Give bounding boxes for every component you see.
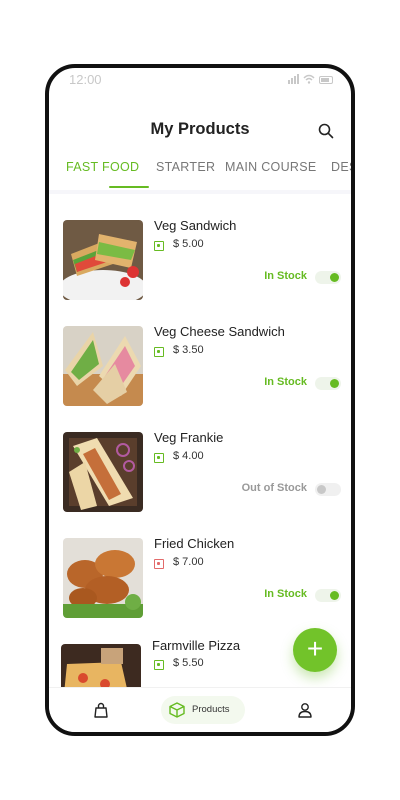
- wifi-icon: [303, 74, 315, 84]
- stock-status: In Stock: [264, 588, 307, 600]
- box-icon: [169, 702, 185, 718]
- product-image-veg-sandwich: [63, 220, 143, 300]
- category-tabs: FAST FOOD STARTER MAIN COURSE DES: [49, 160, 351, 190]
- stock-toggle[interactable]: [315, 483, 341, 496]
- product-name: Veg Sandwich: [154, 218, 237, 233]
- product-list[interactable]: Veg Sandwich $ 5.00 In Stock Veg Cheese …: [49, 194, 351, 688]
- tab-main-course[interactable]: MAIN COURSE: [225, 160, 317, 174]
- user-icon[interactable]: [297, 702, 313, 718]
- veg-indicator: [154, 241, 164, 251]
- stock-toggle[interactable]: [315, 377, 341, 390]
- veg-indicator: [154, 660, 164, 670]
- bag-icon[interactable]: [94, 702, 108, 718]
- status-icons: [288, 74, 333, 84]
- product-price: $ 5.50: [173, 657, 204, 669]
- product-price: $ 7.00: [173, 556, 204, 568]
- nav-products-label: Products: [192, 704, 230, 715]
- status-time: 12:00: [69, 72, 102, 87]
- product-price: $ 3.50: [173, 344, 204, 356]
- active-tab-indicator: [109, 186, 149, 188]
- product-name: Veg Cheese Sandwich: [154, 324, 285, 339]
- product-image-veg-frankie: [63, 432, 143, 512]
- add-product-button[interactable]: +: [293, 628, 337, 672]
- signal-icon: [288, 74, 299, 84]
- product-image-farmville-pizza: [61, 644, 141, 688]
- list-item[interactable]: Veg Cheese Sandwich $ 3.50 In Stock: [49, 300, 351, 406]
- status-bar: 12:00: [49, 68, 351, 92]
- tab-fast-food[interactable]: FAST FOOD: [66, 160, 139, 174]
- search-icon[interactable]: [317, 122, 335, 140]
- battery-icon: [319, 76, 333, 84]
- phone-frame: 12:00 My Products FAST FOOD STARTER MAIN…: [45, 64, 355, 736]
- bottom-navigation: Products: [49, 687, 351, 732]
- list-item[interactable]: Fried Chicken $ 7.00 In Stock: [49, 512, 351, 618]
- tab-desserts[interactable]: DES: [331, 160, 351, 174]
- non-veg-indicator: [154, 559, 164, 569]
- veg-indicator: [154, 347, 164, 357]
- stock-status: In Stock: [264, 270, 307, 282]
- nav-products[interactable]: Products: [161, 696, 245, 724]
- list-item[interactable]: Veg Frankie $ 4.00 Out of Stock: [49, 406, 351, 512]
- stock-toggle[interactable]: [315, 589, 341, 602]
- stock-status: In Stock: [264, 376, 307, 388]
- add-icon: +: [306, 633, 324, 664]
- tab-starter[interactable]: STARTER: [156, 160, 215, 174]
- list-item[interactable]: Veg Sandwich $ 5.00 In Stock: [49, 194, 351, 300]
- product-price: $ 5.00: [173, 238, 204, 250]
- veg-indicator: [154, 453, 164, 463]
- page-title: My Products: [150, 120, 250, 138]
- product-name: Fried Chicken: [154, 536, 235, 551]
- stock-status: Out of Stock: [241, 482, 307, 494]
- product-image-fried-chicken: [63, 538, 143, 618]
- product-price: $ 4.00: [173, 450, 204, 462]
- product-name: Veg Frankie: [154, 430, 224, 445]
- product-image-veg-cheese-sandwich: [63, 326, 143, 406]
- product-name: Farmville Pizza: [152, 638, 241, 653]
- stock-toggle[interactable]: [315, 271, 341, 284]
